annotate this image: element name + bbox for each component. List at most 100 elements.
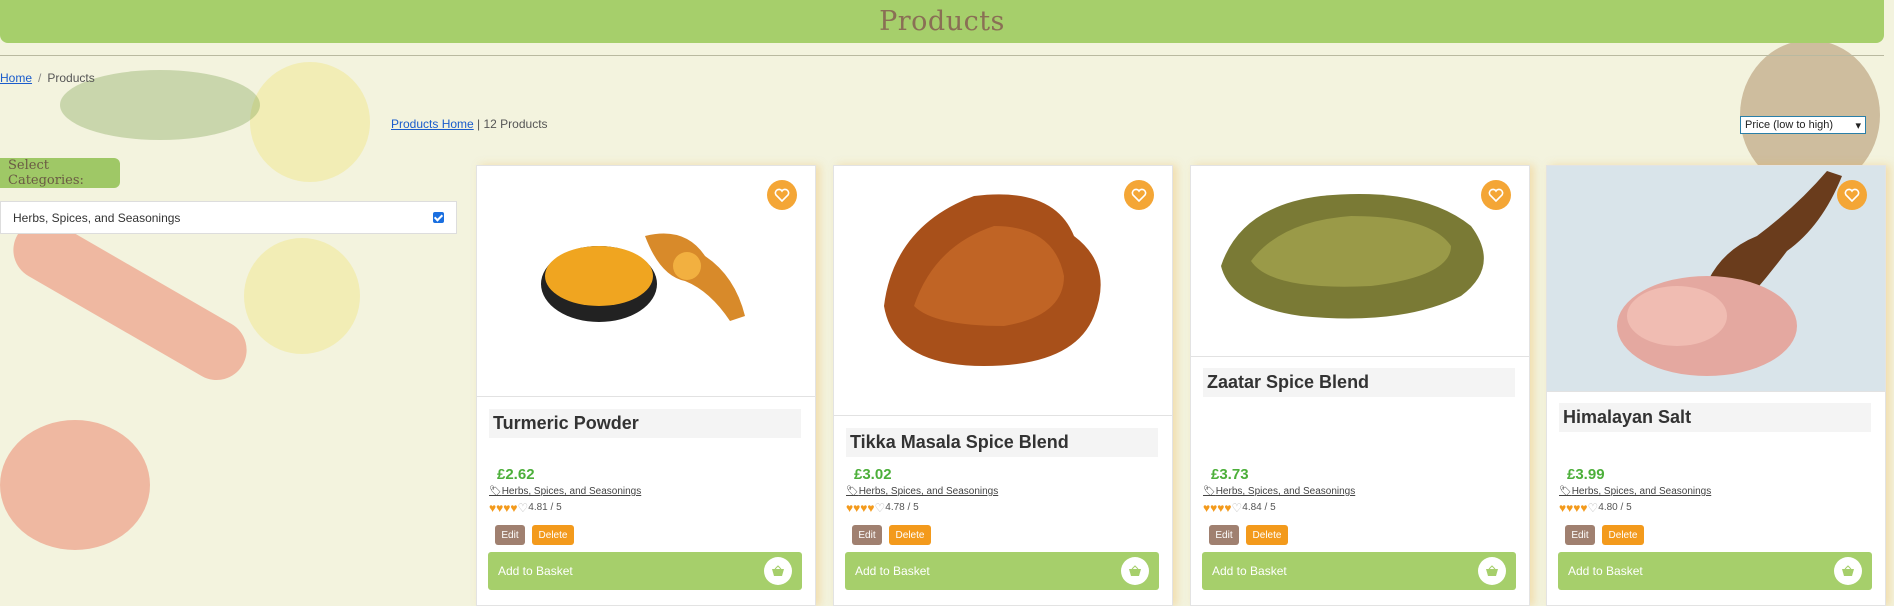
background-lemon	[250, 62, 370, 182]
product-price: £2.62	[497, 466, 535, 483]
product-card: Turmeric Powder £2.62 🏷Herbs, Spices, an…	[476, 165, 816, 606]
star-icon: ♥	[1210, 500, 1218, 515]
add-to-basket-button[interactable]: Add to Basket	[1558, 552, 1872, 590]
add-to-basket-button[interactable]: Add to Basket	[488, 552, 802, 590]
product-rating: ♥ ♥ ♥ ♥ ♡ 4.78 / 5	[846, 500, 919, 515]
breadcrumb-current: Products	[47, 71, 95, 85]
heart-icon	[774, 188, 790, 202]
product-category-label: Herbs, Spices, and Seasonings	[858, 486, 999, 497]
product-card: Tikka Masala Spice Blend £3.02 🏷Herbs, S…	[833, 165, 1173, 606]
star-icon: ♥	[860, 500, 868, 515]
category-label: Herbs, Spices, and Seasonings	[13, 210, 181, 225]
star-icon: ♥	[1217, 500, 1225, 515]
product-category-link[interactable]: 🏷Herbs, Spices, and Seasonings	[1203, 486, 1355, 497]
delete-button[interactable]: Delete	[532, 525, 574, 545]
product-image	[1191, 166, 1529, 357]
star-icon: ♡	[874, 500, 886, 515]
rating-text: 4.80 / 5	[1598, 502, 1632, 513]
favorite-button[interactable]	[767, 180, 797, 210]
tag-icon: 🏷	[1203, 486, 1216, 497]
star-icon: ♥	[867, 500, 875, 515]
product-price: £3.73	[1211, 466, 1249, 483]
star-icon: ♥	[503, 500, 511, 515]
tag-icon: 🏷	[489, 486, 502, 497]
star-icon: ♥	[853, 500, 861, 515]
product-title: Himalayan Salt	[1559, 403, 1871, 432]
product-image	[1547, 166, 1885, 392]
edit-button[interactable]: Edit	[495, 525, 525, 545]
category-item[interactable]: Herbs, Spices, and Seasonings	[0, 201, 457, 234]
breadcrumb-home-link[interactable]: Home	[0, 71, 32, 85]
favorite-button[interactable]	[1481, 180, 1511, 210]
product-title: Turmeric Powder	[489, 409, 801, 438]
product-category-link[interactable]: 🏷Herbs, Spices, and Seasonings	[1559, 486, 1711, 497]
product-rating: ♥ ♥ ♥ ♥ ♡ 4.80 / 5	[1559, 500, 1632, 515]
delete-button[interactable]: Delete	[1246, 525, 1288, 545]
star-icon: ♡	[1587, 500, 1599, 515]
delete-button[interactable]: Delete	[1602, 525, 1644, 545]
edit-button[interactable]: Edit	[852, 525, 882, 545]
product-title: Zaatar Spice Blend	[1203, 368, 1515, 397]
categories-title: Select Categories:	[0, 158, 120, 188]
add-to-basket-label: Add to Basket	[498, 564, 573, 578]
star-icon: ♥	[489, 500, 497, 515]
product-price: £3.99	[1567, 466, 1605, 483]
rating-text: 4.81 / 5	[528, 502, 562, 513]
background-lemon	[244, 238, 360, 354]
star-icon: ♥	[1573, 500, 1581, 515]
add-to-basket-label: Add to Basket	[1212, 564, 1287, 578]
product-rating: ♥ ♥ ♥ ♥ ♡ 4.81 / 5	[489, 500, 562, 515]
page-header: Products	[0, 0, 1884, 43]
star-icon: ♥	[1224, 500, 1232, 515]
star-icon: ♥	[1559, 500, 1567, 515]
background-pepper	[0, 420, 150, 550]
basket-icon	[1834, 557, 1862, 585]
basket-icon	[1478, 557, 1506, 585]
star-icon: ♥	[496, 500, 504, 515]
edit-button[interactable]: Edit	[1565, 525, 1595, 545]
product-card: Zaatar Spice Blend £3.73 🏷Herbs, Spices,…	[1190, 165, 1530, 606]
heart-icon	[1488, 188, 1504, 202]
product-rating: ♥ ♥ ♥ ♥ ♡ 4.84 / 5	[1203, 500, 1276, 515]
product-category-label: Herbs, Spices, and Seasonings	[501, 486, 642, 497]
products-home-link[interactable]: Products Home	[391, 117, 474, 131]
basket-icon	[1121, 557, 1149, 585]
product-title: Tikka Masala Spice Blend	[846, 428, 1158, 457]
product-count: | 12 Products	[477, 117, 548, 131]
favorite-button[interactable]	[1124, 180, 1154, 210]
page-title: Products	[879, 6, 1005, 37]
product-image	[834, 166, 1172, 416]
add-to-basket-button[interactable]: Add to Basket	[845, 552, 1159, 590]
breadcrumb: Home / Products	[0, 71, 95, 85]
tag-icon: 🏷	[1559, 486, 1572, 497]
chevron-down-icon: ▾	[1855, 119, 1861, 132]
rating-text: 4.84 / 5	[1242, 502, 1276, 513]
product-category-link[interactable]: 🏷Herbs, Spices, and Seasonings	[846, 486, 998, 497]
star-icon: ♡	[1231, 500, 1243, 515]
product-image	[477, 166, 815, 397]
star-icon: ♥	[1203, 500, 1211, 515]
listing-meta: Products Home | 12 Products	[391, 117, 548, 131]
sort-select[interactable]: Price (low to high) ▾	[1740, 116, 1866, 134]
product-category-link[interactable]: 🏷Herbs, Spices, and Seasonings	[489, 486, 641, 497]
background-chili	[2, 209, 258, 391]
star-icon: ♥	[1566, 500, 1574, 515]
star-icon: ♥	[846, 500, 854, 515]
star-icon: ♥	[1580, 500, 1588, 515]
rating-text: 4.78 / 5	[885, 502, 919, 513]
add-to-basket-button[interactable]: Add to Basket	[1202, 552, 1516, 590]
delete-button[interactable]: Delete	[889, 525, 931, 545]
heart-icon	[1844, 188, 1860, 202]
edit-button[interactable]: Edit	[1209, 525, 1239, 545]
divider	[0, 55, 1884, 56]
product-price: £3.02	[854, 466, 892, 483]
product-category-label: Herbs, Spices, and Seasonings	[1215, 486, 1356, 497]
star-icon: ♥	[510, 500, 518, 515]
favorite-button[interactable]	[1837, 180, 1867, 210]
tag-icon: 🏷	[846, 486, 859, 497]
product-card: Himalayan Salt £3.99 🏷Herbs, Spices, and…	[1546, 165, 1886, 606]
sort-selected-value: Price (low to high)	[1745, 119, 1834, 131]
star-icon: ♡	[517, 500, 529, 515]
basket-icon	[764, 557, 792, 585]
category-checkbox[interactable]	[433, 212, 444, 223]
